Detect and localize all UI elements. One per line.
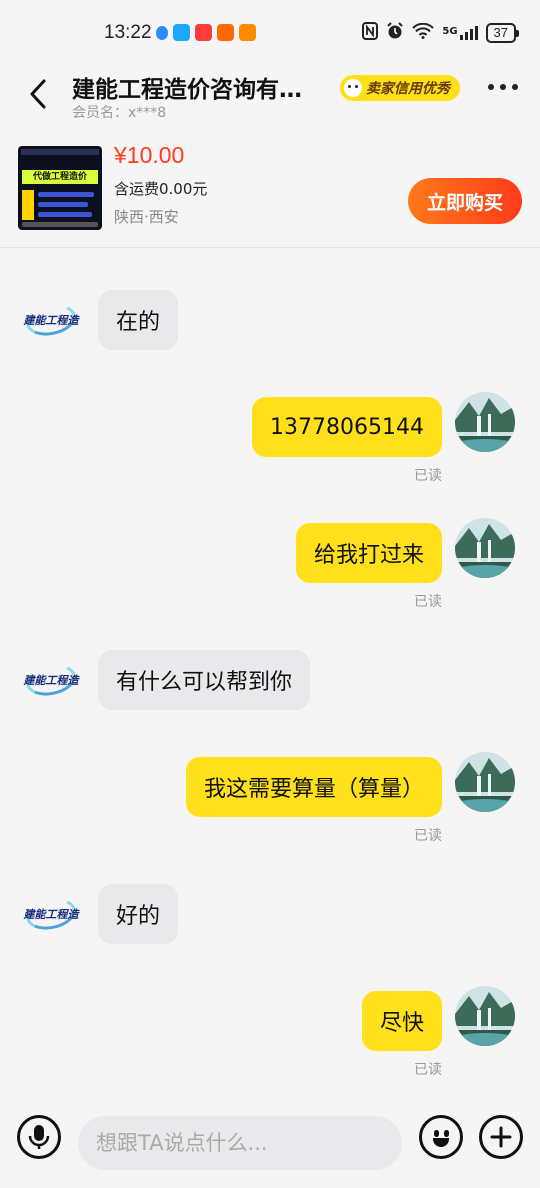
status-time: 13:22: [104, 22, 152, 43]
plus-icon: [490, 1126, 512, 1148]
signal-5g-icon: 5G: [442, 26, 478, 40]
chat-messages[interactable]: 建能工程造 在的 13778065144 已读 给我打过来 已读 建能工程造 有…: [0, 249, 540, 1094]
message-bubble-incoming[interactable]: 在的: [98, 290, 179, 350]
read-status: 已读: [414, 1062, 442, 1078]
credit-badge[interactable]: 卖家信用优秀: [340, 75, 460, 101]
message-bubble-incoming[interactable]: 有什么可以帮到你: [98, 650, 311, 710]
product-price: ¥10.00: [114, 142, 185, 168]
member-label: 会员名：: [72, 105, 128, 121]
message-bubble-outgoing[interactable]: 我这需要算量（算量）: [185, 757, 442, 817]
message-input[interactable]: [78, 1116, 402, 1170]
shop-logo-text: 建能工程造: [23, 674, 79, 687]
read-status: 已读: [414, 828, 442, 844]
message-bubble-outgoing[interactable]: 13778065144: [252, 397, 442, 457]
credit-badge-label: 卖家信用优秀: [366, 81, 450, 97]
read-status: 已读: [414, 594, 442, 610]
microphone-icon: [28, 1125, 50, 1149]
member-id: x***8: [128, 105, 167, 121]
more-actions-button[interactable]: [479, 1115, 523, 1159]
notification-icons: [156, 24, 256, 41]
landscape-avatar-icon: [455, 752, 515, 812]
read-status: 已读: [414, 468, 442, 484]
system-icons: 5G 37: [362, 22, 520, 44]
status-bar: 13:22 5G 37: [0, 0, 540, 62]
smiley-icon: [344, 79, 362, 97]
shop-avatar[interactable]: 建能工程造: [20, 289, 82, 351]
buy-now-button[interactable]: 立即购买: [408, 178, 522, 224]
user-avatar[interactable]: [455, 986, 515, 1046]
product-thumbnail[interactable]: 代做工程造价: [18, 146, 102, 230]
message-bubble-incoming[interactable]: 好的: [98, 884, 179, 944]
member-name: 会员名：x***8: [72, 102, 166, 122]
emoji-button[interactable]: [419, 1115, 463, 1159]
landscape-avatar-icon: [455, 518, 515, 578]
taobao-app-icon: [217, 24, 234, 41]
message-bubble-outgoing[interactable]: 尽快: [361, 991, 442, 1051]
user-avatar[interactable]: [455, 392, 515, 452]
voice-input-button[interactable]: [17, 1115, 61, 1159]
shop-avatar[interactable]: 建能工程造: [20, 649, 82, 711]
message-bubble-outgoing[interactable]: 给我打过来: [295, 523, 442, 583]
battery-indicator: 37: [485, 23, 520, 43]
more-dots-icon: [488, 84, 494, 90]
shop-name[interactable]: 建能工程造价咨询有…: [72, 70, 302, 104]
back-button[interactable]: [20, 74, 56, 114]
shop-logo-text: 建能工程造: [23, 314, 79, 327]
network-type: 5G: [442, 26, 458, 37]
shop-avatar[interactable]: 建能工程造: [20, 883, 82, 945]
shopping-app-icon: [195, 24, 212, 41]
nfc-icon: [362, 22, 379, 44]
wifi-icon: [412, 22, 435, 43]
user-avatar[interactable]: [455, 518, 515, 578]
chat-header: 建能工程造价咨询有… 卖家信用优秀 会员名：x***8: [0, 62, 540, 126]
shop-logo-text: 建能工程造: [23, 908, 79, 921]
product-card[interactable]: 代做工程造价 ¥10.00 含运费0.00元 陕西·西安 立即购买: [0, 130, 540, 248]
more-options-button[interactable]: [488, 84, 518, 90]
message-input-bar: [0, 1094, 540, 1188]
thumbnail-title: 代做工程造价: [22, 170, 98, 184]
user-avatar[interactable]: [455, 752, 515, 812]
shield-app-icon: [156, 25, 168, 40]
landscape-avatar-icon: [455, 986, 515, 1046]
shipping-fee: 含运费0.00元: [114, 180, 208, 198]
landscape-avatar-icon: [455, 392, 515, 452]
seller-location: 陕西·西安: [114, 208, 179, 226]
alarm-icon: [386, 22, 404, 44]
back-arrow-icon: [30, 79, 46, 109]
chat-app-icon: [173, 24, 190, 41]
orange-app-icon: [239, 24, 256, 41]
